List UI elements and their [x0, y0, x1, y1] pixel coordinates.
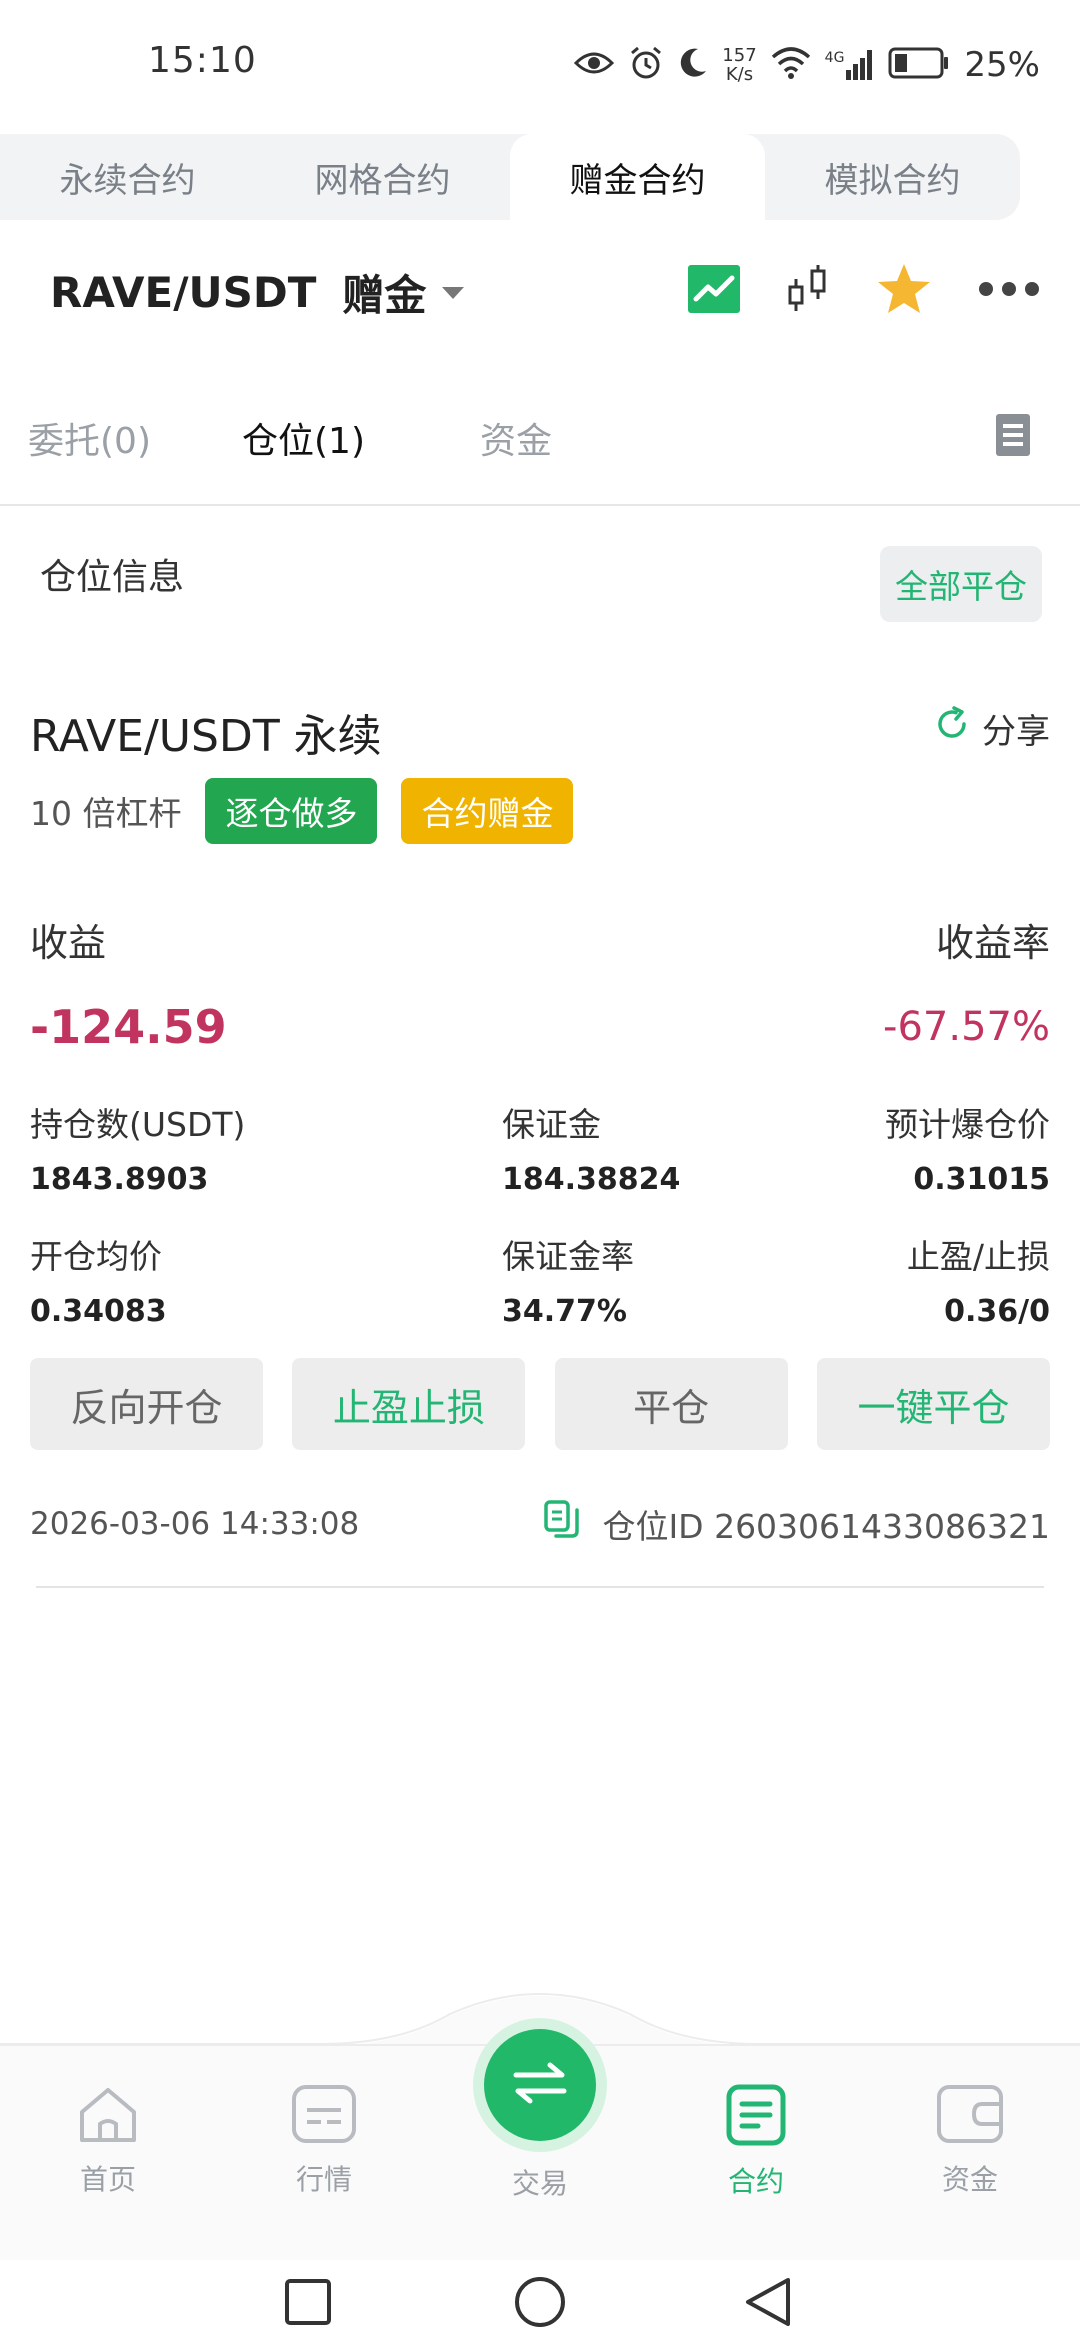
quick-close-button[interactable]: 一键平仓: [816, 1358, 1050, 1450]
caret-down-icon: [442, 286, 465, 299]
bonus-badge: 合约赠金: [401, 778, 574, 844]
tab-perpetual[interactable]: 永续合约: [0, 134, 255, 220]
position-id: 仓位ID 2603061433086321: [602, 1507, 1050, 1546]
contract-icon: [726, 2084, 786, 2150]
margin-ratio-value: 34.77%: [502, 1294, 627, 1329]
nav-trade-label: 交易: [511, 2167, 568, 2200]
nav-assets-label: 资金: [941, 2163, 998, 2196]
wallet-icon: [936, 2084, 1004, 2148]
status-icons: 157 K/s 4G 25%: [574, 40, 1040, 90]
tpsl-label: 止盈/止损: [906, 1237, 1050, 1276]
candlestick-icon[interactable]: [786, 263, 830, 319]
battery-percent: 25%: [964, 45, 1040, 85]
header-actions: [688, 262, 1040, 320]
tpsl-value: 0.36/0: [944, 1294, 1050, 1329]
nav-home[interactable]: 首页: [48, 2084, 168, 2198]
signal-icon: 4G: [825, 50, 875, 80]
eye-icon: [574, 49, 615, 81]
nav-contract-label: 合约: [727, 2165, 784, 2198]
pair-selector[interactable]: RAVE/USDT 赠金: [50, 262, 465, 323]
share-icon: [934, 706, 970, 751]
size-label: 持仓数(USDT): [30, 1105, 246, 1144]
share-label: 分享: [982, 712, 1050, 752]
liq-value: 0.31015: [913, 1162, 1050, 1197]
net-speed: 157 K/s: [722, 46, 756, 84]
pair-tag: 赠金: [342, 271, 427, 320]
position-sub-tabs: 委托(0) 仓位(1) 资金: [0, 400, 1080, 506]
net-speed-value: 157: [722, 45, 757, 66]
tab-positions[interactable]: 仓位(1): [242, 412, 365, 464]
pnl-rate-value: -67.57%: [883, 1004, 1050, 1050]
home-icon: [76, 2084, 140, 2148]
position-timestamp: 2026-03-06 14:33:08: [30, 1506, 360, 1542]
status-bar: 15:10 157 K/s 4G 25%: [0, 0, 1080, 130]
more-icon[interactable]: [978, 281, 1040, 301]
size-value: 1843.8903: [30, 1162, 209, 1197]
alarm-icon: [628, 45, 664, 85]
position-id-copy[interactable]: 仓位ID 2603061433086321: [544, 1500, 1050, 1548]
battery-icon: [888, 47, 950, 83]
nav-market-label: 行情: [295, 2163, 352, 2196]
pnl-rate-label: 收益率: [935, 921, 1050, 965]
margin-ratio-label: 保证金率: [502, 1237, 634, 1276]
entry-cell: 开仓均价 0.34083: [30, 1230, 167, 1329]
tab-funds[interactable]: 资金: [480, 412, 552, 464]
position-symbol: RAVE/USDT 永续: [30, 711, 382, 762]
home-button[interactable]: [514, 2276, 566, 2332]
tab-bonus[interactable]: 赠金合约: [510, 134, 765, 220]
nav-home-label: 首页: [79, 2163, 136, 2196]
margin-value: 184.38824: [502, 1162, 681, 1197]
network-type: 4G: [824, 50, 845, 66]
share-button[interactable]: 分享: [934, 704, 1050, 753]
nav-market[interactable]: 行情: [264, 2084, 384, 2198]
trade-button-inner: [484, 2029, 596, 2141]
star-icon[interactable]: [876, 262, 932, 320]
size-cell: 持仓数(USDT) 1843.8903: [30, 1098, 245, 1197]
moon-icon: [678, 47, 708, 83]
copy-icon: [544, 1500, 580, 1548]
wifi-icon: [771, 47, 811, 83]
pnl-label: 收益: [30, 921, 107, 965]
net-speed-unit: K/s: [725, 64, 754, 85]
mode-badge: 逐仓做多: [205, 778, 378, 844]
entry-label: 开仓均价: [30, 1237, 162, 1276]
leverage: 10 倍杠杆: [30, 794, 182, 833]
close-all-button[interactable]: 全部平仓: [880, 546, 1042, 622]
status-time: 15:10: [148, 40, 257, 81]
system-nav-bar: [0, 2260, 1080, 2340]
pair-name: RAVE/USDT: [50, 268, 317, 317]
margin-cell: 保证金 184.38824: [502, 1098, 680, 1197]
tab-demo[interactable]: 模拟合约: [765, 134, 1020, 220]
liq-label: 预计爆仓价: [885, 1105, 1050, 1144]
tpsl-cell: 止盈/止损 0.36/0: [907, 1230, 1050, 1329]
trade-button[interactable]: [473, 2018, 607, 2152]
tpsl-button[interactable]: 止盈止损: [292, 1358, 526, 1450]
position-actions: 反向开仓 止盈止损 平仓 一键平仓: [30, 1358, 1050, 1450]
liq-cell: 预计爆仓价 0.31015: [885, 1098, 1050, 1197]
swap-icon: [512, 2061, 568, 2109]
tab-orders[interactable]: 委托(0): [28, 412, 151, 464]
contract-type-tabs: 永续合约 网格合约 赠金合约 模拟合约: [0, 134, 1020, 220]
recent-apps-button[interactable]: [284, 2278, 332, 2330]
margin-label: 保证金: [502, 1105, 601, 1144]
market-icon: [291, 2084, 357, 2148]
entry-value: 0.34083: [30, 1294, 167, 1329]
tab-grid[interactable]: 网格合约: [255, 134, 510, 220]
nav-contract[interactable]: 合约: [696, 2084, 816, 2200]
back-button[interactable]: [744, 2276, 792, 2332]
section-title: 仓位信息: [40, 557, 185, 598]
nav-assets[interactable]: 资金: [910, 2084, 1030, 2198]
reverse-button[interactable]: 反向开仓: [30, 1358, 263, 1450]
position-tags: 10 倍杠杆 逐仓做多 合约赠金: [30, 778, 597, 844]
pnl-value: -124.59: [30, 1000, 227, 1054]
margin-ratio-cell: 保证金率 34.77%: [502, 1230, 634, 1329]
close-button[interactable]: 平仓: [554, 1358, 788, 1450]
divider: [36, 1586, 1044, 1588]
chart-icon[interactable]: [688, 265, 740, 317]
document-icon[interactable]: [996, 414, 1030, 460]
